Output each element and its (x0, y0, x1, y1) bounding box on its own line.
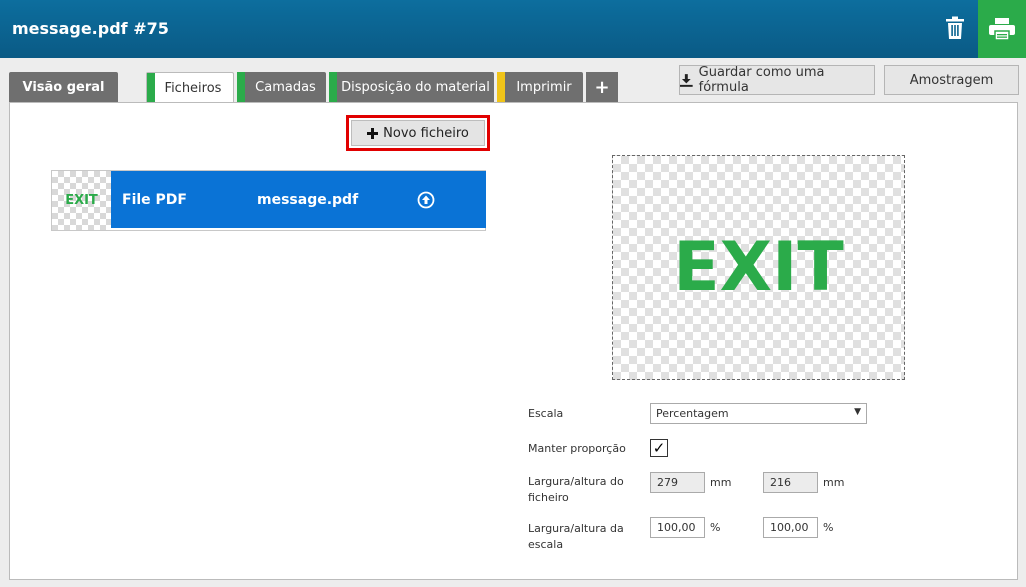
add-tab-button[interactable]: + (586, 72, 618, 102)
save-formula-label: Guardar como uma fórmula (698, 65, 825, 95)
tab-disposicao-material[interactable]: Disposição do material (329, 72, 494, 102)
scale-width-input[interactable]: 100,00 (650, 517, 705, 538)
scale-select-value: Percentagem (656, 407, 729, 420)
scale-select[interactable]: Percentagem ▼ (650, 403, 867, 424)
file-type: File PDF (122, 192, 187, 208)
tab-label: Disposição do material (341, 79, 490, 95)
file-size-label-line1: Largura/altura do (528, 475, 624, 488)
scale-height-value: 100,00 (770, 521, 809, 534)
tab-label: Ficheiros (164, 81, 222, 96)
new-file-highlight: Novo ficheiro (346, 115, 490, 151)
save-formula-button[interactable]: Guardar como uma fórmula (679, 65, 875, 95)
file-height-unit: mm (823, 476, 845, 489)
print-button[interactable] (978, 0, 1026, 58)
scale-size-label-line1: Largura/altura da (528, 522, 624, 535)
file-width-value: 279 (657, 476, 678, 489)
file-height-field: 216 (763, 472, 818, 493)
scale-size-label-line2: escala (528, 538, 564, 551)
file-width-unit: mm (710, 476, 732, 489)
tab-visao-geral[interactable]: Visão geral (9, 72, 118, 102)
scale-width-value: 100,00 (657, 521, 696, 534)
file-info[interactable]: File PDF message.pdf (111, 171, 486, 228)
header-bar: message.pdf #75 (0, 0, 1026, 58)
thumbnail-text: EXIT (65, 193, 98, 208)
scale-height-unit: % (823, 521, 834, 534)
scale-height-input[interactable]: 100,00 (763, 517, 818, 538)
tab-status-bar (237, 72, 245, 102)
dropdown-arrow-icon: ▼ (854, 407, 861, 417)
tab-status-bar (147, 73, 155, 104)
file-list-item[interactable]: EXIT File PDF message.pdf (51, 170, 486, 231)
file-size-label: Largura/altura do ficheiro (528, 474, 624, 506)
sampling-label: Amostragem (909, 72, 994, 88)
scale-width-unit: % (710, 521, 721, 534)
keep-ratio-label: Manter proporção (528, 442, 626, 455)
printer-icon (989, 18, 1015, 40)
file-name: message.pdf (257, 192, 359, 208)
download-icon (680, 73, 693, 87)
file-width-field: 279 (650, 472, 705, 493)
page-title: message.pdf #75 (12, 19, 169, 38)
file-thumbnail: EXIT (52, 171, 111, 230)
tab-label: Visão geral (22, 79, 105, 95)
tab-ficheiros[interactable]: Ficheiros (146, 72, 234, 104)
check-icon: ✓ (652, 439, 666, 457)
file-height-value: 216 (770, 476, 791, 489)
file-size-label-line2: ficheiro (528, 491, 569, 504)
scale-size-label: Largura/altura da escala (528, 521, 624, 553)
sampling-button[interactable]: Amostragem (884, 65, 1019, 95)
tab-label: Camadas (255, 79, 316, 95)
plus-icon (367, 127, 379, 139)
new-file-label: Novo ficheiro (383, 125, 469, 141)
scale-label: Escala (528, 407, 564, 420)
tab-label: Imprimir (516, 79, 572, 95)
delete-button[interactable] (932, 6, 978, 50)
keep-ratio-checkbox[interactable]: ✓ (650, 439, 668, 457)
tab-imprimir[interactable]: Imprimir (497, 72, 583, 102)
file-preview: EXIT (612, 155, 905, 380)
plus-icon: + (594, 76, 610, 98)
app-window: message.pdf #75 Visão geral Ficheiros Ca… (0, 0, 1026, 587)
trash-icon (946, 16, 964, 39)
new-file-button[interactable]: Novo ficheiro (351, 120, 485, 146)
upload-circle-icon[interactable] (417, 191, 435, 209)
tab-status-bar (497, 72, 505, 102)
tab-camadas[interactable]: Camadas (237, 72, 326, 102)
preview-text: EXIT (673, 228, 844, 307)
tab-status-bar (329, 72, 337, 102)
